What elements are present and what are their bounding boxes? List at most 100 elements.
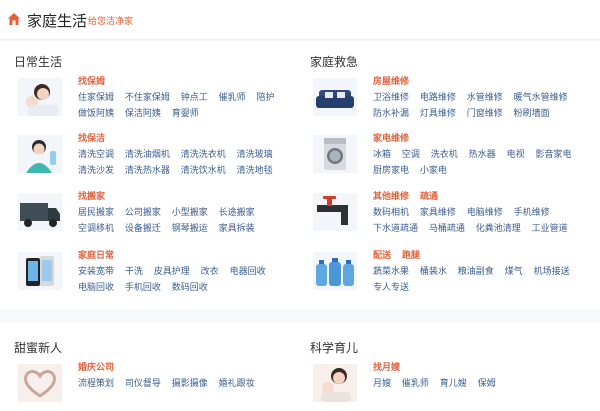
service-link[interactable]: 家具维修 [420,208,456,218]
service-link[interactable]: 清洗空调 [78,150,114,160]
service-link[interactable]: 育儿嫂 [440,379,467,389]
category-label-secondary[interactable]: 疏通 [420,189,438,202]
service-link[interactable]: 小家电 [420,166,447,176]
link-line: 卫浴维修 电路维修 水管维修 暖气水管维修 [373,90,568,103]
service-link[interactable]: 清洗洗衣机 [181,150,226,160]
service-link[interactable]: 空调 [402,150,420,160]
service-link[interactable]: 影音家电 [535,150,571,160]
category-label[interactable]: 家电维修 [373,131,409,144]
service-link[interactable]: 机场接送 [534,267,570,277]
service-link[interactable]: 电脑回收 [78,283,114,293]
service-link[interactable]: 安装宽带 [78,267,114,277]
link-line: 居民搬家 公司搬家 小型搬家 长途搬家 [78,205,255,218]
service-link[interactable]: 摄影摄像 [172,379,208,389]
service-link[interactable]: 蔬菜水果 [373,267,409,277]
service-link[interactable]: 催乳师 [402,379,429,389]
service-link[interactable]: 煤气 [505,267,523,277]
service-link[interactable]: 司仪督导 [125,379,161,389]
service-row-cleaning: 找保洁 清洗空调 清洗油烟机 清洗洗衣机 清洗玻璃 清洗沙发 清洗热水器 清洗饮… [18,131,298,181]
service-link[interactable]: 卫浴维修 [373,93,409,103]
service-link[interactable]: 冰箱 [373,150,391,160]
link-line: 专人专送 [373,280,409,293]
service-link[interactable]: 粉刷墙面 [514,109,550,119]
service-link[interactable]: 下水道疏通 [373,224,418,234]
service-link[interactable]: 粮油副食 [458,267,494,277]
link-line: 做饭阿姨 保洁阿姨 育婴师 [78,106,199,119]
link-line: 安装宽带 干洗 皮具护理 改衣 电器回收 [78,264,266,277]
service-link[interactable]: 家具拆装 [219,224,255,234]
service-link[interactable]: 清洗地毯 [237,166,273,176]
service-link[interactable]: 手机回收 [125,283,161,293]
service-link[interactable]: 长途搬家 [219,208,255,218]
water-pipe-icon [313,193,357,231]
service-link[interactable]: 数码回收 [172,283,208,293]
service-link[interactable]: 灯具维修 [420,109,456,119]
service-link[interactable]: 空调移机 [78,224,114,234]
link-line: 清洗沙发 清洗热水器 清洗饮水机 清洗地毯 [78,163,273,176]
link-line: 下水道疏通 马桶疏通 化粪池清理 工业管道 [373,221,568,234]
service-link[interactable]: 门窗维修 [467,109,503,119]
service-link[interactable]: 改衣 [201,267,219,277]
category-label[interactable]: 婚庆公司 [78,360,114,373]
service-link[interactable]: 保姆 [478,379,496,389]
service-link[interactable]: 做饭阿姨 [78,109,114,119]
category-label[interactable]: 家庭日常 [78,248,114,261]
service-link[interactable]: 干洗 [125,267,143,277]
service-link[interactable]: 马桶疏通 [429,224,465,234]
category-label[interactable]: 找保姆 [78,74,105,87]
service-link[interactable]: 清洗沙发 [78,166,114,176]
category-label[interactable]: 找搬家 [78,189,105,202]
service-link[interactable]: 公司搬家 [125,208,161,218]
service-link[interactable]: 皮具护理 [154,267,190,277]
service-link[interactable]: 化粪池清理 [476,224,521,234]
service-link[interactable]: 电视 [507,150,525,160]
service-link[interactable]: 热水器 [469,150,496,160]
link-line: 电脑回收 手机回收 数码回收 [78,280,208,293]
category-label[interactable]: 找保洁 [78,131,105,144]
service-link[interactable]: 数码相机 [373,208,409,218]
service-link[interactable]: 不住家保姆 [125,93,170,103]
service-link[interactable]: 防水补漏 [373,109,409,119]
service-link[interactable]: 电脑维修 [467,208,503,218]
service-link[interactable]: 厨房家电 [373,166,409,176]
service-link[interactable]: 手机维修 [514,208,550,218]
service-link[interactable]: 催乳师 [219,93,246,103]
service-link[interactable]: 保洁阿姨 [125,109,161,119]
service-link[interactable]: 清洗热水器 [125,166,170,176]
service-link[interactable]: 钢琴搬运 [172,224,208,234]
category-label-secondary[interactable]: 跑腿 [402,248,420,261]
home-icon [8,13,20,25]
service-row-nanny: 找保姆 住家保姆 不住家保姆 钟点工 催乳师 陪护 做饭阿姨 保洁阿姨 育婴师 [18,74,298,124]
service-link[interactable]: 洗衣机 [431,150,458,160]
section-title-daily: 日常生活 [14,55,63,69]
service-link[interactable]: 居民搬家 [78,208,114,218]
category-label[interactable]: 找月嫂 [373,360,400,373]
service-link[interactable]: 水管维修 [467,93,503,103]
service-link[interactable]: 清洗油烟机 [125,150,170,160]
category-label[interactable]: 其他维修 [373,189,409,202]
service-link[interactable]: 流程策划 [78,379,114,389]
service-link[interactable]: 育婴师 [172,109,199,119]
link-line: 厨房家电 小家电 [373,163,447,176]
service-link[interactable]: 清洗玻璃 [237,150,273,160]
service-link[interactable]: 小型搬家 [172,208,208,218]
service-link[interactable]: 婚礼跟妆 [219,379,255,389]
service-link[interactable]: 工业管道 [532,224,568,234]
service-link[interactable]: 桶装水 [420,267,447,277]
page-subtitle[interactable]: 给您洁净家 [88,14,133,27]
service-link[interactable]: 电器回收 [230,267,266,277]
service-row-other-repair: 其他维修 疏通 数码相机 家具维修 电脑维修 手机维修 下水道疏通 马桶疏通 化… [313,189,597,239]
service-link[interactable]: 专人专送 [373,283,409,293]
service-link[interactable]: 设备搬迁 [125,224,161,234]
service-link[interactable]: 月嫂 [373,379,391,389]
service-link[interactable]: 陪护 [257,93,275,103]
service-link[interactable]: 钟点工 [181,93,208,103]
service-link[interactable]: 清洗饮水机 [181,166,226,176]
service-link[interactable]: 住家保姆 [78,93,114,103]
service-link[interactable]: 电路维修 [420,93,456,103]
service-link[interactable]: 暖气水管维修 [514,93,568,103]
water-bottles-icon [313,252,357,290]
category-label[interactable]: 配送 [373,248,391,261]
link-line: 防水补漏 灯具维修 门窗维修 粉刷墙面 [373,106,550,119]
category-label[interactable]: 房屋维修 [373,74,409,87]
